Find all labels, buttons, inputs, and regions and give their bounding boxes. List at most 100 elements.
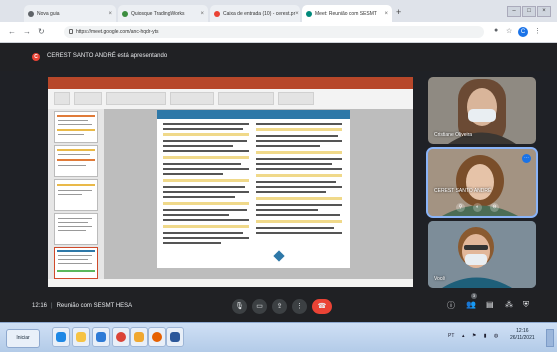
participant-tile[interactable]: Cristiane Oliveira (428, 77, 536, 144)
close-icon[interactable]: × (200, 11, 204, 17)
maximize-icon[interactable]: □ (522, 6, 536, 17)
form-column-right (256, 123, 344, 251)
present-button[interactable]: ⇪ (272, 299, 287, 314)
camera-indicator-icon[interactable]: ● (494, 27, 498, 34)
ppt-ribbon (48, 89, 413, 110)
activities-icon[interactable]: ⁂ (505, 300, 513, 309)
participant-name: CEREST SANTO ANDRÉ (434, 188, 492, 194)
chrome-icon[interactable] (112, 327, 130, 347)
meet-control-bar: 12:16 | Reunião com SESMT HESA 🎙 ▭ ⇪ ⋮ ☎ ⓘ… (0, 290, 557, 322)
close-window-icon[interactable]: × (537, 6, 551, 17)
presenting-bar: C CEREST SANTO ANDRÉ está apresentando (0, 43, 557, 71)
participant-tile-active[interactable]: ⋯ CEREST SANTO ANDRÉ ⚲ ◐ ⊖ (428, 149, 536, 216)
slide-thumbnail (54, 213, 98, 245)
remove-icon[interactable]: ⊖ (490, 203, 499, 212)
participant-name: Cristiane Oliveira (434, 132, 473, 138)
people-icon[interactable]: 👥 (466, 300, 476, 309)
meeting-separator: | (51, 303, 53, 309)
slides-group-icon (74, 92, 102, 105)
slide (157, 110, 350, 268)
tab-meet[interactable]: Meet: Reunião com SESMT × (302, 5, 392, 22)
tab-quiosque[interactable]: Quiosque TradingWorks × (118, 5, 208, 22)
font-group-icon (106, 92, 166, 105)
star-icon[interactable]: ☆ (506, 27, 512, 35)
slide-thumbnail (54, 179, 98, 211)
pin-icon[interactable]: ⚲ (456, 203, 465, 212)
tray-icons[interactable]: ▴ ⚑ ▮ ◍ (462, 333, 501, 339)
ie-icon[interactable] (52, 327, 70, 347)
ppt-status-bar (48, 279, 413, 287)
participant-name: Você (434, 276, 446, 282)
start-button[interactable]: Iniciar (6, 329, 40, 348)
more-options-button[interactable]: ⋮ (292, 299, 307, 314)
participant-tile-self[interactable]: Você (428, 221, 536, 288)
word-icon[interactable] (166, 327, 184, 347)
mute-icon[interactable]: ◐ (473, 203, 482, 212)
slide-thumbnail (54, 145, 98, 177)
tab-label: Caixa de entrada (10) - cerest.pr (223, 10, 296, 17)
slide-thumbnail-selected (54, 247, 98, 279)
language-indicator[interactable]: PT (448, 333, 454, 339)
editing-group-icon (278, 92, 314, 105)
globe-icon (122, 10, 128, 17)
show-desktop-button[interactable] (546, 329, 554, 347)
host-controls-icon[interactable]: ⛨ (523, 300, 529, 310)
form-column-left (163, 123, 251, 251)
browser-tab-icon (28, 10, 34, 17)
forward-icon[interactable]: → (23, 27, 31, 36)
drawing-group-icon (218, 92, 274, 105)
tab-bar: Nova guia × Quiosque TradingWorks × Caix… (0, 0, 557, 22)
info-icon[interactable]: ⓘ (447, 300, 455, 311)
reload-icon[interactable]: ↻ (38, 27, 45, 36)
menu-icon[interactable]: ⋮ (534, 27, 541, 35)
gmail-icon (214, 10, 220, 17)
clock-date: 26/11/2021 (510, 335, 535, 341)
camera-button[interactable]: ▭ (252, 299, 267, 314)
more-options-icon[interactable]: ⋯ (522, 154, 531, 163)
paste-icon (54, 92, 70, 105)
tab-label: Quiosque TradingWorks (131, 10, 185, 17)
meeting-info: 12:16 | Reunião com SESMT HESA (32, 303, 132, 309)
tab-label: Meet: Reunião com SESMT (315, 10, 377, 17)
close-icon[interactable]: × (384, 11, 388, 17)
back-icon[interactable]: ← (8, 27, 16, 36)
end-call-button[interactable]: ☎ (312, 299, 332, 314)
address-bar-row: ← → ↻ https://meet.google.com/anc-hqdr-y… (0, 22, 557, 43)
tile-controls: ⚲ ◐ ⊖ (456, 203, 499, 212)
new-tab-button[interactable]: + (396, 7, 401, 17)
close-icon[interactable]: × (295, 11, 299, 17)
taskbar-clock[interactable]: 12:16 26/11/2021 (510, 328, 535, 342)
slide-header-band (157, 110, 350, 119)
chat-icon[interactable]: ▤ (486, 300, 494, 309)
meeting-time: 12:16 (32, 303, 48, 309)
meeting-title: Reunião com SESMT HESA (56, 303, 133, 309)
presenting-text: CEREST SANTO ANDRÉ está apresentando (47, 53, 168, 59)
profile-avatar[interactable]: C (518, 27, 528, 37)
browser-window: Nova guia × Quiosque TradingWorks × Caix… (0, 0, 557, 352)
meet-icon (306, 10, 312, 17)
microphone-button[interactable]: 🎙 (232, 299, 247, 314)
files-icon[interactable] (130, 327, 148, 347)
lock-icon (69, 29, 73, 34)
taskbar: Iniciar PT ▴ ⚑ ▮ ◍ 12:16 26/11/2021 (0, 322, 557, 352)
explorer-icon[interactable] (72, 327, 90, 347)
slide-thumbnail (54, 111, 98, 143)
tab-gmail[interactable]: Caixa de entrada (10) - cerest.pr × (210, 5, 300, 22)
window-controls: – □ × (507, 6, 551, 17)
clock-time: 12:16 (516, 328, 529, 334)
tab-nova-guia[interactable]: Nova guia × (24, 5, 116, 22)
paragraph-group-icon (170, 92, 214, 105)
tab-label: Nova guia (37, 10, 60, 17)
firefox-icon[interactable] (148, 327, 166, 347)
participant-count-badge: 3 (471, 293, 477, 299)
minimize-icon[interactable]: – (507, 6, 521, 17)
close-icon[interactable]: × (108, 11, 112, 17)
presenter-avatar: C (32, 53, 40, 61)
slide-canvas (104, 109, 413, 279)
shared-screen[interactable] (48, 77, 413, 287)
santo-andre-logo (273, 250, 307, 264)
slide-thumbnails (48, 109, 104, 279)
url-input[interactable]: https://meet.google.com/anc-hqdr-yts (64, 26, 484, 38)
url-text: https://meet.google.com/anc-hqdr-yts (76, 29, 159, 35)
media-icon[interactable] (92, 327, 110, 347)
